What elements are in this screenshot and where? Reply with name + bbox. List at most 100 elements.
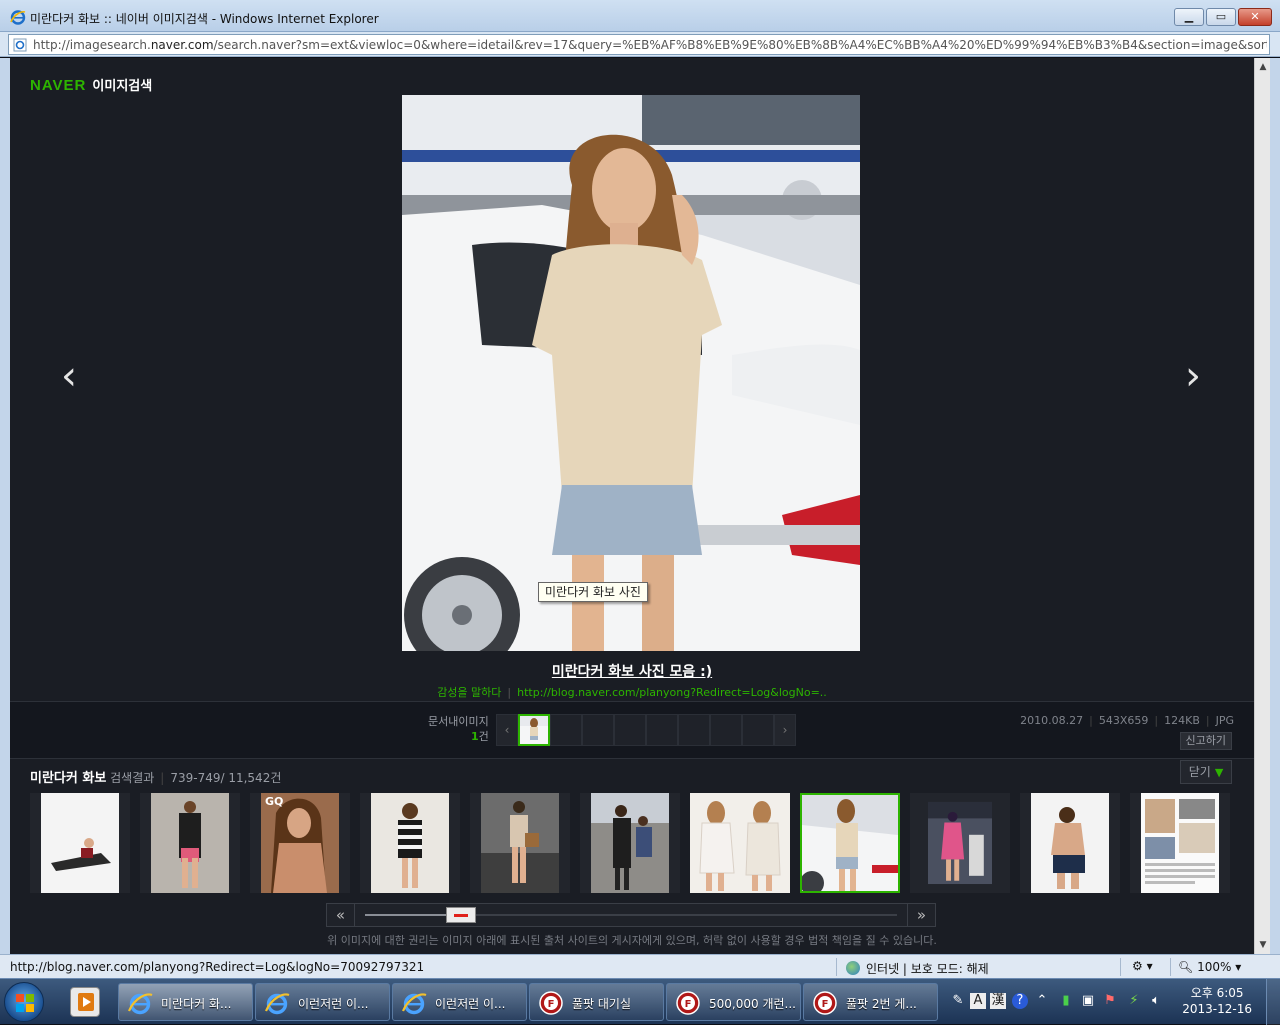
thumbnail-image (1031, 793, 1109, 893)
start-button[interactable] (4, 982, 44, 1022)
source-url-link[interactable]: http://blog.naver.com/planyong?Redirect=… (517, 686, 827, 699)
action-center-icon[interactable]: ⚑ (1102, 993, 1118, 1009)
slider-next-button[interactable]: » (907, 904, 935, 926)
clock[interactable]: 오후 6:05 2013-12-16 (1182, 985, 1252, 1017)
strip-next-button[interactable]: › (774, 714, 796, 746)
result-thumbnail[interactable] (360, 793, 460, 893)
strip-empty-slot (614, 714, 646, 746)
popup-blocker-icon[interactable]: ⚙ ▾ (1132, 959, 1153, 973)
tray-device-icon[interactable]: ▣ (1080, 993, 1096, 1009)
ie-icon (264, 991, 290, 1015)
ime-hanja-icon[interactable]: 漢 (990, 993, 1006, 1009)
thumbnail-image (802, 795, 898, 891)
copyright-notice: 위 이미지에 대한 권리는 이미지 아래에 표시된 출처 사이트의 게시자에게 … (327, 934, 937, 947)
thumbnail-image (591, 793, 669, 893)
globe-icon (846, 961, 860, 975)
window-frame-right (1270, 58, 1280, 954)
strip-prev-button[interactable]: ‹ (496, 714, 518, 746)
slider-prev-button[interactable]: « (327, 904, 355, 926)
volume-icon[interactable]: 🔈︎ (1148, 993, 1164, 1009)
result-suffix: 검색결과 (110, 771, 155, 785)
taskbar-task-label: 풀팟 2번 게... (846, 997, 917, 1011)
close-window-button[interactable]: ✕ (1238, 8, 1272, 26)
svg-text:F: F (685, 999, 692, 1010)
system-tray: ✎ A 漢 ? ⌃ ▮ ▣ ⚑ ⚡ 🔈︎ 오후 6:05 2013-12-16 (940, 979, 1280, 1025)
zoom-control[interactable]: 🔍︎ 100% ▾ (1178, 960, 1241, 974)
result-thumbnail[interactable] (580, 793, 680, 893)
ime-a-icon[interactable]: A (970, 993, 986, 1009)
chevron-down-icon: ▼ (1214, 766, 1224, 779)
page-viewport: NAVER 이미지검색 ‹ › 미란다커 화보 사진 미란다커 화보 사진 모음… (10, 58, 1254, 954)
strip-thumb-image (520, 716, 548, 744)
meta-dimensions: 543X659 (1098, 714, 1149, 727)
strip-empty-slot (742, 714, 774, 746)
next-image-arrow[interactable]: › (1178, 356, 1208, 396)
svg-text:F: F (822, 999, 829, 1010)
strip-empty-slot (582, 714, 614, 746)
help-icon[interactable]: ? (1012, 993, 1028, 1009)
result-thumbnail[interactable] (1130, 793, 1230, 893)
svg-text:F: F (548, 999, 555, 1010)
result-range: 739-749/ 11,542건 (170, 771, 282, 785)
security-zone[interactable]: 인터넷 | 보호 모드: 해제 (846, 960, 989, 977)
maximize-button[interactable]: ▭ (1206, 8, 1236, 26)
taskbar-task-button[interactable]: 미란다커 화... (118, 983, 253, 1021)
strip-thumb-selected[interactable] (518, 714, 550, 746)
poker-chip-icon: F (675, 991, 701, 1015)
taskbar-task-button[interactable]: F 풀팟 대기실 (529, 983, 664, 1021)
taskbar-task-button[interactable]: 이런저런 이... (392, 983, 527, 1021)
tray-network-tool-icon[interactable]: ✎ (950, 993, 966, 1009)
result-thumbnail-selected[interactable] (800, 793, 900, 893)
address-url: http://imagesearch.naver.com/search.nave… (33, 38, 1267, 52)
media-player-icon (78, 993, 94, 1011)
meta-date: 2010.08.27 (1020, 714, 1084, 727)
show-desktop-button[interactable] (1266, 979, 1280, 1025)
tray-expand-icon[interactable]: ⌃ (1034, 993, 1050, 1009)
ie-icon (127, 991, 153, 1015)
document-images-label: 문서내이미지 1건 (428, 715, 489, 743)
result-query: 미란다커 화보 (30, 771, 107, 786)
strip-empty-slot (646, 714, 678, 746)
taskbar-task-button[interactable]: F 500,000 개런... (666, 983, 801, 1021)
source-name-link[interactable]: 감성을 말하다 (437, 686, 501, 699)
close-panel-button[interactable]: 닫기 ▼ (1180, 760, 1232, 784)
page-icon (13, 38, 27, 52)
taskbar-tasks: 미란다커 화... 이런저런 이... 이런저런 이... F 풀팟 대기실 F 500,0… (118, 983, 938, 1021)
search-result-summary: 미란다커 화보 검색결과 | 739-749/ 11,542건 (30, 771, 282, 786)
minimize-button[interactable]: ▁ (1174, 8, 1204, 26)
clock-time: 오후 6:05 (1190, 986, 1244, 1000)
thumbnail-image (1141, 793, 1219, 893)
tray-status-icon[interactable]: ▮ (1058, 993, 1074, 1009)
result-thumbnail[interactable] (690, 793, 790, 893)
naver-logo[interactable]: NAVER 이미지검색 (30, 75, 152, 95)
thumbnail-image (151, 793, 229, 893)
thumbnail-image (690, 793, 790, 893)
image-title-link[interactable]: 미란다커 화보 사진 모음 :) (10, 661, 1254, 681)
result-thumbnail[interactable] (470, 793, 570, 893)
thumbnail-image (371, 793, 449, 893)
document-images-bar: 문서내이미지 1건 ‹ › 2010.08.27 | 543X659 | 124… (10, 702, 1254, 758)
report-button[interactable]: 신고하기 (1179, 732, 1232, 750)
window-title: 미란다커 화보 :: 네이버 이미지검색 - Windows Internet … (30, 12, 379, 26)
result-thumbnail[interactable]: GQ (250, 793, 350, 893)
status-divider (836, 958, 837, 976)
scroll-down-icon[interactable]: ▼ (1258, 940, 1268, 950)
window-titlebar: 미란다커 화보 :: 네이버 이미지검색 - Windows Internet … (0, 0, 1280, 32)
prev-image-arrow[interactable]: ‹ (54, 356, 84, 396)
network-icon[interactable]: ⚡ (1126, 993, 1142, 1009)
thumbnail-image (481, 793, 559, 893)
ie-icon (401, 991, 427, 1015)
result-thumbnail[interactable] (1020, 793, 1120, 893)
address-input[interactable]: http://imagesearch.naver.com/search.nave… (8, 34, 1270, 55)
vertical-scrollbar[interactable]: ▲ ▼ (1254, 58, 1270, 954)
result-thumbnail[interactable] (30, 793, 130, 893)
slider-handle[interactable] (445, 907, 476, 923)
taskbar-task-button[interactable]: F 풀팟 2번 게... (803, 983, 938, 1021)
media-player-quicklaunch[interactable] (70, 987, 100, 1017)
result-thumbnail[interactable] (140, 793, 240, 893)
taskbar-task-button[interactable]: 이런저런 이... (255, 983, 390, 1021)
main-photo[interactable] (402, 95, 860, 651)
result-thumbnail[interactable] (910, 793, 1010, 893)
svg-text:GQ: GQ (265, 795, 283, 808)
scroll-up-icon[interactable]: ▲ (1258, 62, 1268, 72)
